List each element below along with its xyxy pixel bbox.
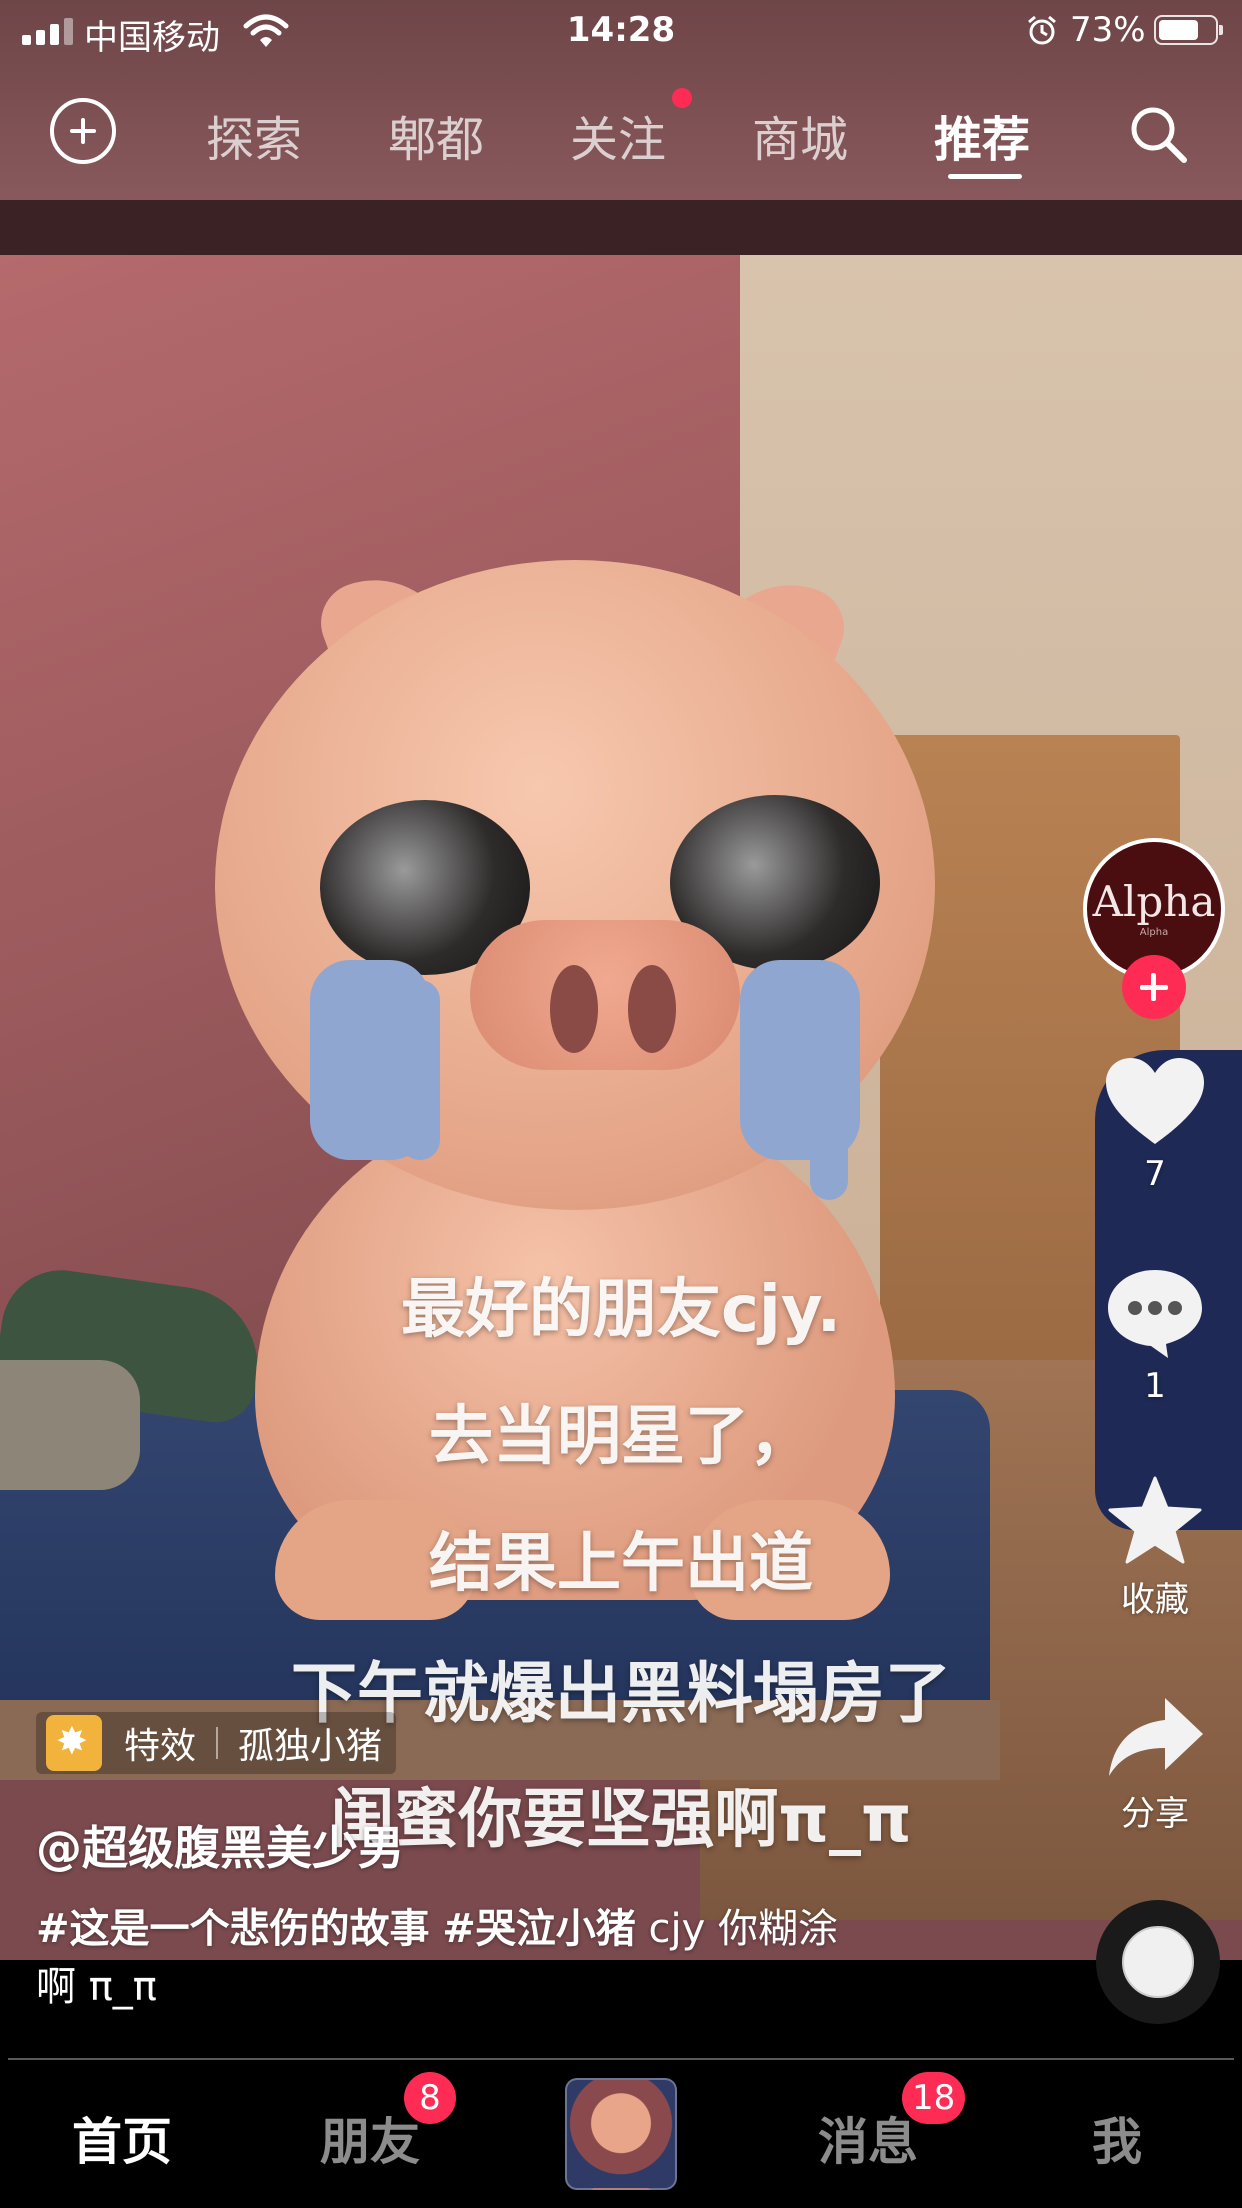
- subtitle-line: 结果上午出道: [429, 1527, 813, 1601]
- like-button[interactable]: 7: [1090, 1058, 1220, 1194]
- bottom-tab-bar: 首页 朋友 8 消息 18 我: [0, 2060, 1242, 2208]
- hashtag[interactable]: #这是一个悲伤的故事: [36, 1906, 430, 1952]
- tab-local[interactable]: 郫都: [388, 100, 484, 170]
- favorite-button[interactable]: 收藏: [1090, 1476, 1220, 1621]
- effect-tag[interactable]: 特效 孤独小猪: [36, 1712, 397, 1774]
- battery-percent: 73%: [1070, 10, 1146, 50]
- effect-name: 孤独小猪: [238, 1726, 383, 1767]
- tab-following[interactable]: 关注: [570, 100, 666, 170]
- comment-button[interactable]: 1: [1090, 1268, 1220, 1406]
- video-caption: #这是一个悲伤的故事 #哭泣小猪 cjy 你糊涂 啊 π_π: [36, 1900, 936, 2016]
- messages-badge: 18: [902, 2072, 966, 2124]
- effect-divider: [216, 1727, 219, 1759]
- music-disc[interactable]: [1096, 1900, 1220, 2024]
- status-bar: 中国移动 14:28 73%: [0, 0, 1242, 62]
- favorite-label: 收藏: [1121, 1580, 1189, 1620]
- follow-button[interactable]: [1122, 955, 1186, 1019]
- share-arrow-icon: [1109, 1698, 1203, 1776]
- share-label: 分享: [1121, 1794, 1189, 1834]
- pig-tear-left-drip: [400, 980, 440, 1160]
- tab-messages[interactable]: 消息: [818, 2102, 918, 2174]
- pig-snout: [470, 920, 740, 1070]
- comment-icon: [1108, 1270, 1202, 1358]
- caption-text: 啊 π_π: [36, 1964, 157, 2010]
- pig-tear-right-drip: [810, 990, 848, 1200]
- alarm-icon: [1028, 15, 1056, 45]
- plus-circle-icon[interactable]: [50, 98, 116, 164]
- battery-fill: [1159, 20, 1198, 40]
- tab-explore[interactable]: 探索: [206, 100, 302, 170]
- active-tab-indicator: [948, 174, 1022, 179]
- star-icon: [1108, 1476, 1202, 1564]
- tab-recommend[interactable]: 推荐: [934, 100, 1030, 170]
- avatar-logo-subtext: Alpha: [1139, 926, 1169, 938]
- following-notification-dot: [672, 88, 692, 108]
- subtitle-line: 去当明星了，: [429, 1400, 813, 1474]
- pig-nostril-left: [550, 965, 598, 1053]
- tab-me[interactable]: 我: [1092, 2102, 1142, 2174]
- pig-nostril-right: [628, 965, 676, 1053]
- share-button[interactable]: 分享: [1090, 1698, 1220, 1835]
- heart-icon: [1106, 1058, 1204, 1144]
- creator-username[interactable]: @超级腹黑美少男: [36, 1812, 404, 1878]
- sparkle-icon: [46, 1715, 102, 1771]
- hashtag[interactable]: #哭泣小猪: [442, 1906, 636, 1952]
- tab-friends[interactable]: 朋友: [320, 2102, 420, 2174]
- tab-home[interactable]: 首页: [72, 2102, 172, 2174]
- battery-icon: [1154, 15, 1223, 45]
- video-scene-frame: [0, 200, 1242, 260]
- comment-count: 1: [1144, 1366, 1166, 1406]
- top-nav: 探索 郫都 关注 商城 推荐: [0, 90, 1242, 180]
- create-button[interactable]: [565, 2078, 677, 2190]
- subtitle-line: 最好的朋友cjy.: [400, 1273, 842, 1347]
- friends-badge: 8: [404, 2072, 456, 2124]
- tab-mall[interactable]: 商城: [752, 100, 848, 170]
- search-icon[interactable]: [1126, 102, 1190, 166]
- music-cover-icon: [1122, 1926, 1194, 1998]
- effect-label: 特效: [124, 1726, 197, 1767]
- like-count: 7: [1144, 1154, 1166, 1194]
- avatar-logo-text: Alpha: [1092, 876, 1216, 926]
- caption-text: cjy 你糊涂: [648, 1906, 838, 1952]
